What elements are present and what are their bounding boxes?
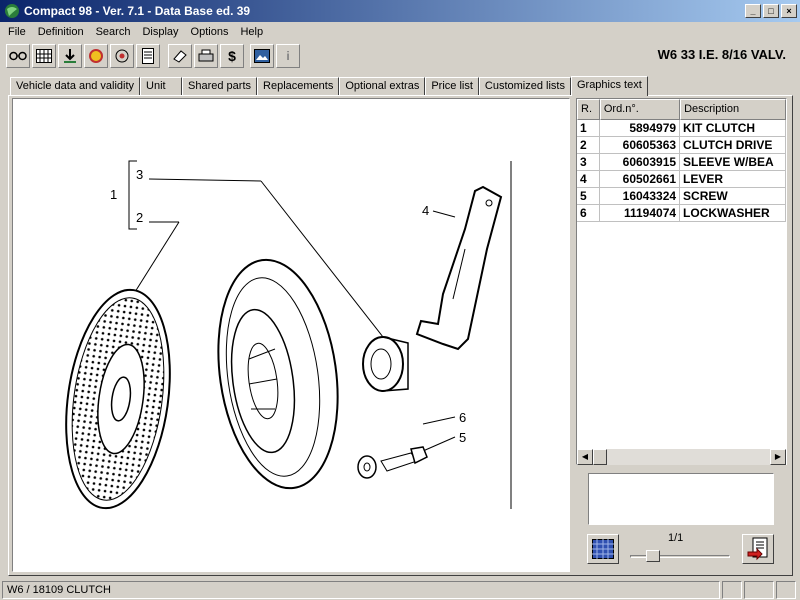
status-text: W6 / 18109 CLUTCH xyxy=(2,581,720,599)
callout-3: 3 xyxy=(136,167,143,182)
parts-drawing[interactable]: 1 3 2 4 6 5 xyxy=(12,98,570,572)
col-ord[interactable]: Ord.n°. xyxy=(599,99,681,120)
grid-icon[interactable] xyxy=(32,44,56,68)
tab-optional-extras[interactable]: Optional extras xyxy=(339,77,426,96)
tab-vehicle-data[interactable]: Vehicle data and validity xyxy=(10,77,141,96)
color-icon[interactable] xyxy=(84,44,108,68)
target-icon[interactable] xyxy=(110,44,134,68)
table-row[interactable]: 4 60502661 LEVER xyxy=(577,171,786,188)
menu-file[interactable]: File xyxy=(2,26,32,38)
maximize-button[interactable]: □ xyxy=(763,4,779,18)
callout-4: 4 xyxy=(422,203,429,218)
status-pane-2 xyxy=(722,581,742,599)
lever-drawing xyxy=(415,185,503,351)
col-r[interactable]: R. xyxy=(577,99,600,120)
slider-track xyxy=(630,555,730,558)
download-icon[interactable] xyxy=(58,44,82,68)
cell-ord: 60603915 xyxy=(600,154,681,170)
image-icon[interactable] xyxy=(250,44,274,68)
col-desc[interactable]: Description xyxy=(680,99,786,120)
tab-replacements[interactable]: Replacements xyxy=(257,77,340,96)
parts-grid: R. Ord.n°. Description 1 5894979 KIT CLUTC… xyxy=(576,98,787,465)
cell-ord: 5894979 xyxy=(600,120,681,136)
cell-r: 4 xyxy=(577,171,600,187)
cell-ord: 11194074 xyxy=(600,205,681,221)
tab-shared-parts[interactable]: Shared parts xyxy=(182,77,258,96)
dollar-label: $ xyxy=(228,48,236,64)
scroll-thumb[interactable] xyxy=(593,449,607,465)
menu-search[interactable]: Search xyxy=(90,26,137,38)
tab-graphics-text[interactable]: Graphics text xyxy=(570,76,648,96)
page-indicator: 1/1 xyxy=(668,532,684,544)
export-button[interactable] xyxy=(742,534,774,564)
window-title: Compact 98 - Ver. 7.1 - Data Base ed. 39 xyxy=(24,4,251,18)
app-globe-icon xyxy=(5,4,19,18)
callout-2: 2 xyxy=(136,210,143,225)
cell-desc: SCREW xyxy=(680,188,786,204)
cell-ord: 60502661 xyxy=(600,171,681,187)
cell-desc: SLEEVE W/BEA xyxy=(680,154,786,170)
minimize-button[interactable]: _ xyxy=(745,4,761,18)
graphics-text-box[interactable] xyxy=(588,473,774,525)
grid-view-icon xyxy=(592,539,614,559)
grid-view-button[interactable] xyxy=(587,534,619,564)
pressure-plate-drawing xyxy=(217,258,339,490)
cell-r: 2 xyxy=(577,137,600,153)
screw-drawing xyxy=(357,446,428,479)
scroll-left-icon[interactable]: ◀ xyxy=(577,449,593,465)
cell-r: 1 xyxy=(577,120,600,136)
status-pane-4 xyxy=(776,581,796,599)
cell-ord: 16043324 xyxy=(600,188,681,204)
callout-6: 6 xyxy=(459,410,466,425)
cell-r: 3 xyxy=(577,154,600,170)
slider-knob[interactable] xyxy=(646,550,660,562)
clutch-disc-drawing xyxy=(65,288,171,510)
print-icon[interactable] xyxy=(194,44,218,68)
glasses-icon[interactable] xyxy=(6,44,30,68)
grid-horizontal-scrollbar[interactable]: ◀ ▶ xyxy=(577,449,786,465)
cell-desc: LEVER xyxy=(680,171,786,187)
cell-desc: KIT CLUTCH xyxy=(680,120,786,136)
title-bar: Compact 98 - Ver. 7.1 - Data Base ed. 39… xyxy=(0,0,800,22)
cell-desc: LOCKWASHER xyxy=(680,205,786,221)
tab-customized-lists[interactable]: Customized lists xyxy=(478,77,571,96)
menu-options[interactable]: Options xyxy=(185,26,235,38)
tab-strip: Vehicle data and validity Unit Shared pa… xyxy=(10,76,648,96)
cell-r: 6 xyxy=(577,205,600,221)
page-slider[interactable] xyxy=(630,549,730,563)
tab-price-list[interactable]: Price list xyxy=(425,77,479,96)
table-row[interactable]: 6 11194074 LOCKWASHER xyxy=(577,205,786,222)
scroll-right-icon[interactable]: ▶ xyxy=(770,449,786,465)
table-row[interactable]: 3 60603915 SLEEVE W/BEA xyxy=(577,154,786,171)
close-button[interactable]: × xyxy=(781,4,797,18)
status-pane-3 xyxy=(744,581,774,599)
eraser-icon[interactable] xyxy=(168,44,192,68)
table-row[interactable]: 1 5894979 KIT CLUTCH xyxy=(577,120,786,137)
status-bar: W6 / 18109 CLUTCH xyxy=(0,580,800,600)
release-bearing-drawing xyxy=(362,336,409,392)
cell-ord: 60605363 xyxy=(600,137,681,153)
vehicle-title: W6 33 I.E. 8/16 VALV. xyxy=(657,47,786,62)
tab-unit[interactable]: Unit xyxy=(140,77,183,96)
cell-r: 5 xyxy=(577,188,600,204)
menu-bar: File Definition Search Display Options H… xyxy=(0,22,800,41)
menu-definition[interactable]: Definition xyxy=(32,26,90,38)
grid-header: R. Ord.n°. Description xyxy=(577,99,786,120)
table-row[interactable]: 5 16043324 SCREW xyxy=(577,188,786,205)
menu-display[interactable]: Display xyxy=(136,26,184,38)
export-document-icon xyxy=(747,537,768,561)
table-row[interactable]: 2 60605363 CLUTCH DRIVE xyxy=(577,137,786,154)
document-icon[interactable] xyxy=(136,44,160,68)
info-icon[interactable]: i xyxy=(276,44,300,68)
cell-desc: CLUTCH DRIVE xyxy=(680,137,786,153)
info-label: i xyxy=(286,49,290,63)
callout-5: 5 xyxy=(459,430,466,445)
dollar-icon[interactable]: $ xyxy=(220,44,244,68)
menu-help[interactable]: Help xyxy=(234,26,269,38)
callout-1: 1 xyxy=(110,187,117,202)
